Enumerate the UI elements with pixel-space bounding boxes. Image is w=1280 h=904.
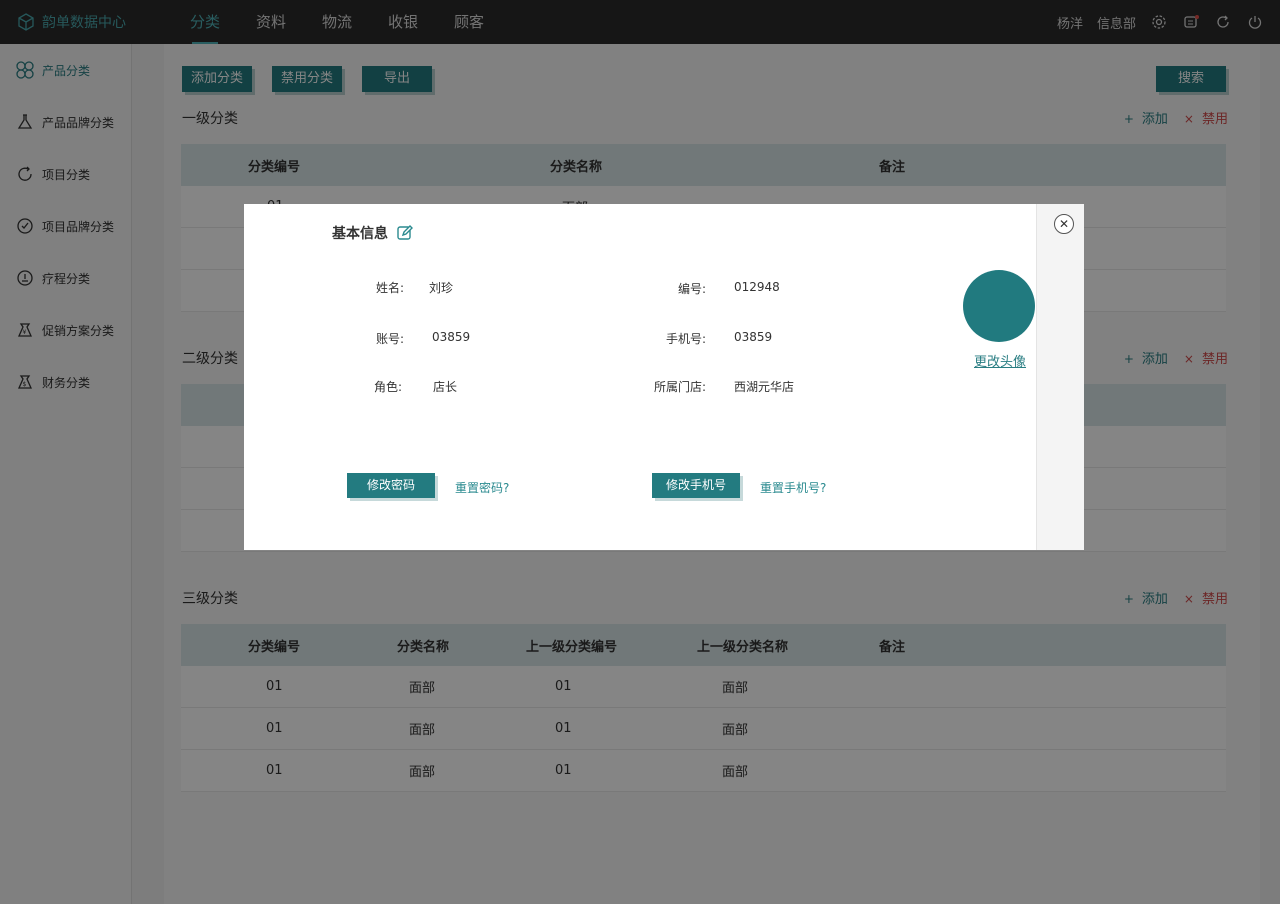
store-label: 所属门店: <box>653 380 706 394</box>
modal-title: 基本信息 <box>332 223 414 243</box>
role-label: 角色: <box>373 380 402 394</box>
phone-label: 手机号: <box>665 332 706 346</box>
modal-side-panel: ✕ <box>1036 204 1084 550</box>
modal-title-text: 基本信息 <box>332 226 388 242</box>
close-icon[interactable]: ✕ <box>1054 214 1074 234</box>
reset-password-link[interactable]: 重置密码? <box>455 479 509 496</box>
phone-value: 03859 <box>734 330 773 344</box>
change-phone-button[interactable]: 修改手机号 <box>652 473 741 498</box>
name-label: 姓名: <box>375 281 404 295</box>
account-value: 03859 <box>432 330 471 344</box>
change-avatar-link[interactable]: 更改头像 <box>974 351 1026 370</box>
id-value: 012948 <box>734 280 780 294</box>
name-value: 刘珍 <box>429 281 454 295</box>
role-value: 店长 <box>433 380 458 394</box>
reset-phone-link[interactable]: 重置手机号? <box>760 479 826 496</box>
store-value: 西湖元华店 <box>734 380 795 394</box>
edit-icon[interactable] <box>396 224 414 242</box>
id-label: 编号: <box>677 282 706 296</box>
avatar[interactable] <box>963 270 1035 342</box>
basic-info-modal: ✕ 基本信息 姓名: 刘珍 编号: 012948 账号: 03859 手机号: … <box>244 204 1084 550</box>
change-password-button[interactable]: 修改密码 <box>347 473 436 498</box>
account-label: 账号: <box>375 332 404 346</box>
